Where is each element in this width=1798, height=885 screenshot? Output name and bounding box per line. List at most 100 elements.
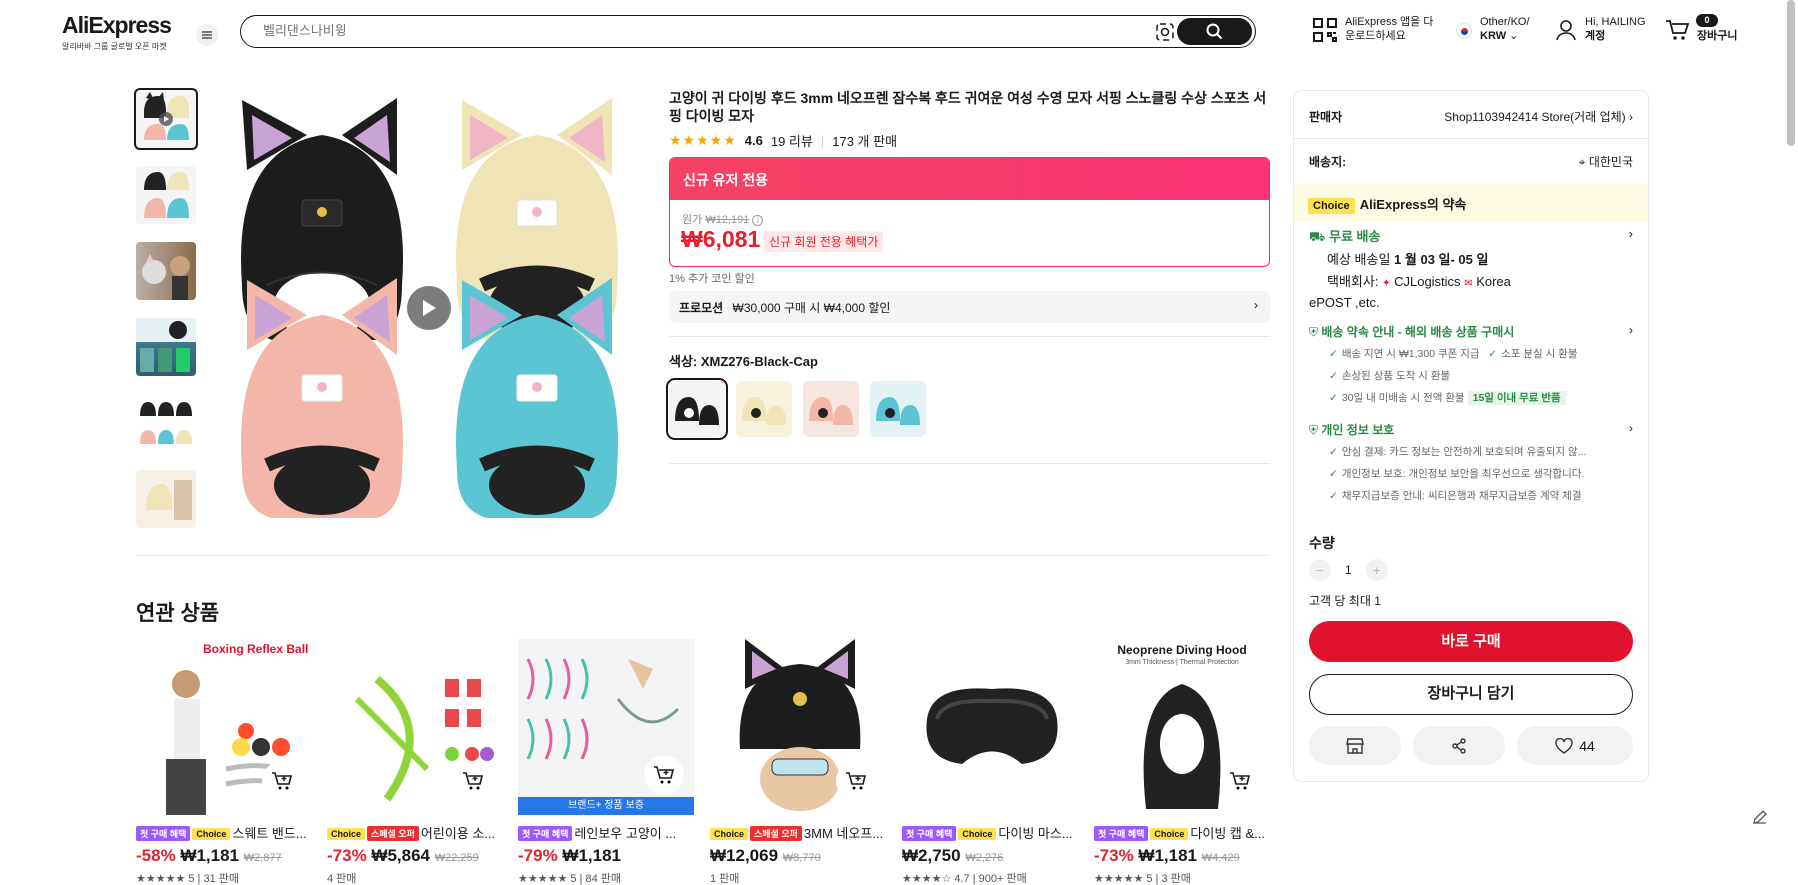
swatch-yellow[interactable] [736,381,792,437]
add-to-cart-button[interactable]: 장바구니 담기 [1309,674,1633,715]
carrier2: Korea [1476,274,1511,289]
choice-badge: Choice [192,828,231,840]
pencil-icon [1753,810,1767,824]
brand-plus-banner: 브랜드+ 정품 보증 [518,797,694,815]
swatch-pink[interactable] [803,381,859,437]
search-bar [240,15,1256,48]
discount: -79% [518,846,558,865]
color-swatches: ● [666,378,926,440]
header: AliExpress 알리바바 그룹 글로벌 오픈 마켓 AliExpress … [0,0,1798,64]
account-text: 계정 [1585,30,1606,42]
thumbnail-5[interactable] [136,394,196,452]
quantity-value[interactable]: 1 [1345,563,1352,577]
original-price: ₩8,770 [782,852,821,864]
related-image [902,639,1078,815]
add-to-cart-icon[interactable] [644,755,684,795]
special-offer-badge: 스페셜 오퍼 [367,826,419,841]
related-meta: ★★★★☆ 4.7 | 900+ 판매 [902,873,1027,885]
add-to-cart-icon[interactable] [1220,761,1260,801]
related-card[interactable]: 브랜드+ 정품 보증 첫 구매 혜택 레인보우 고양이 ... -79% ₩1,1… [518,639,694,885]
purchase-panel: 판매자 Shop1103942414 Store(거래 업체) › 배송지: ⌖… [1293,90,1649,782]
add-to-cart-icon[interactable] [453,761,493,801]
korea-flag-icon [1456,23,1472,39]
coin-discount-note: 1% 추가 코인 할인 [669,273,755,285]
share-icon [1452,737,1466,754]
free-return-tag: 15일 이내 무료 반품 [1467,391,1566,405]
play-video-button[interactable] [407,286,451,330]
delivery-guarantee-row[interactable]: ⛨ 배송 약속 안내 - 해외 배송 상품 구매시 › [1309,323,1633,340]
check-icon: ✓ [1329,468,1338,480]
ship-to-wrap: ⌖ 대한민국 [1579,153,1633,170]
store-icon [1346,737,1364,754]
menu-button[interactable] [196,24,218,46]
related-card[interactable]: Choice 스페셜 오퍼 3MM 네오프... ₩12,069 ₩8,770 1 … [710,639,886,885]
swatch-black[interactable]: ● [666,378,728,440]
free-shipping-row[interactable]: ⛟ 무료 배송 › [1309,226,1633,247]
account-menu[interactable]: Hi, HAILING 계정 [1555,15,1646,43]
choice-title: AliExpress의 약속 [1359,197,1467,212]
ship-to-row[interactable]: 배송지: ⌖ 대한민국 [1309,153,1633,170]
discount: -58% [136,846,176,865]
privacy-line: ✓ 개인정보 보호: 개인정보 보안을 최우선으로 생각합니다. [1329,466,1633,481]
seller-row[interactable]: 판매자 Shop1103942414 Store(거래 업체) › [1309,108,1633,125]
add-to-cart-icon[interactable] [836,761,876,801]
promotion-label: 프로모션 [679,301,724,315]
check-icon: ✓ [1329,348,1338,360]
related-card[interactable]: Choice 스페셜 오퍼 어린이용 소... -73% ₩5,864 ₩22,25… [327,639,503,885]
aliexpress-logo[interactable]: AliExpress 알리바바 그룹 글로벌 오픈 마켓 [62,12,172,52]
feedback-button[interactable] [1746,803,1774,831]
related-card[interactable]: Boxing Reflex Ball 첫 구매 혜택 Choice 스웨트 밴드..… [136,639,312,885]
ship-to-value: 대한민국 [1588,155,1633,169]
chevron-right-icon: › [1629,110,1633,124]
guarantee-line: ✓ 30일 내 미배송 시 전액 환불 15일 이내 무료 반품 [1329,390,1633,405]
thumbnail-6[interactable] [136,470,196,528]
color-label: 색상: XMZ276-Black-Cap [669,354,818,369]
thumbnail-4[interactable] [136,318,196,376]
promotion-row[interactable]: 프로모션 ₩30,000 구매 시 ₩4,000 할인 › [669,291,1270,323]
cart-label: 장바구니 [1697,30,1738,42]
choice-badge: Choice [1150,828,1189,840]
search-button[interactable] [1177,18,1252,45]
app-download[interactable]: AliExpress 앱을 다 운로드하세요 [1313,15,1433,43]
related-meta: 4 판매 [327,873,357,885]
page-scrollbar[interactable] [1787,0,1795,146]
discount: -73% [1094,846,1134,865]
price: ₩12,069 [710,846,779,865]
region-selector[interactable]: Other/KO/ KRW ⌄ [1456,15,1530,43]
store-button[interactable] [1309,726,1401,765]
price: ₩2,750 [902,846,961,865]
add-to-cart-icon[interactable] [262,761,302,801]
privacy-item: 채무지급보증 안내: 씨티은행과 채무지급보증 계약 체결 [1341,490,1582,502]
related-image-text: Neoprene Diving Hood [1117,643,1247,657]
related-name-row: Choice 스페셜 오퍼 어린이용 소... [327,823,503,841]
rating-row: ★★★★★ 4.6 19 리뷰 | 173 개 판매 [669,131,897,150]
related-card[interactable]: Neoprene Diving Hood 3mm Thickness | The… [1094,639,1270,885]
decrease-button[interactable]: − [1309,559,1331,581]
related-card[interactable]: 첫 구매 혜택 Choice 다이빙 마스... ₩2,750 ₩2,276 ★★★… [902,639,1078,885]
share-button[interactable] [1413,726,1505,765]
thumbnail-video[interactable] [134,88,198,150]
related-image: 브랜드+ 정품 보증 [518,639,694,815]
increase-button[interactable]: + [1365,559,1388,581]
price: ₩1,181 [562,846,622,865]
thumbnail-3[interactable] [136,242,196,300]
wishlist-button[interactable]: 44 [1517,726,1633,765]
related-image-text: Boxing Reflex Ball [203,642,309,656]
guarantee-line: ✓ 손상된 상품 도착 시 환불 [1329,368,1633,383]
related-name: 3MM 네오프... [803,826,884,841]
buy-now-button[interactable]: 바로 구매 [1309,621,1633,662]
related-image: Neoprene Diving Hood 3mm Thickness | The… [1094,639,1270,815]
thumbnail-2[interactable] [136,166,196,224]
swatch-blue[interactable] [870,381,926,437]
rating-stars-icon: ★★★★★ [669,132,737,148]
carrier-label: 택배회사: [1327,274,1379,289]
privacy-row[interactable]: ⛨ 개인 정보 보호 › [1309,421,1633,438]
camera-search-icon[interactable] [1155,22,1175,47]
related-price-row: -73% ₩5,864 ₩22,259 [327,846,503,866]
seller-name: Shop1103942414 Store(거래 업체) [1444,110,1626,124]
search-input[interactable] [263,23,1163,38]
hot-flame-icon: ● [720,381,725,387]
info-icon[interactable]: i [752,215,764,226]
review-count[interactable]: 19 리뷰 [771,131,813,150]
privacy-line: ✓ 안심 결제: 카드 정보는 안전하게 보호되며 유출되지 않... [1329,444,1633,459]
